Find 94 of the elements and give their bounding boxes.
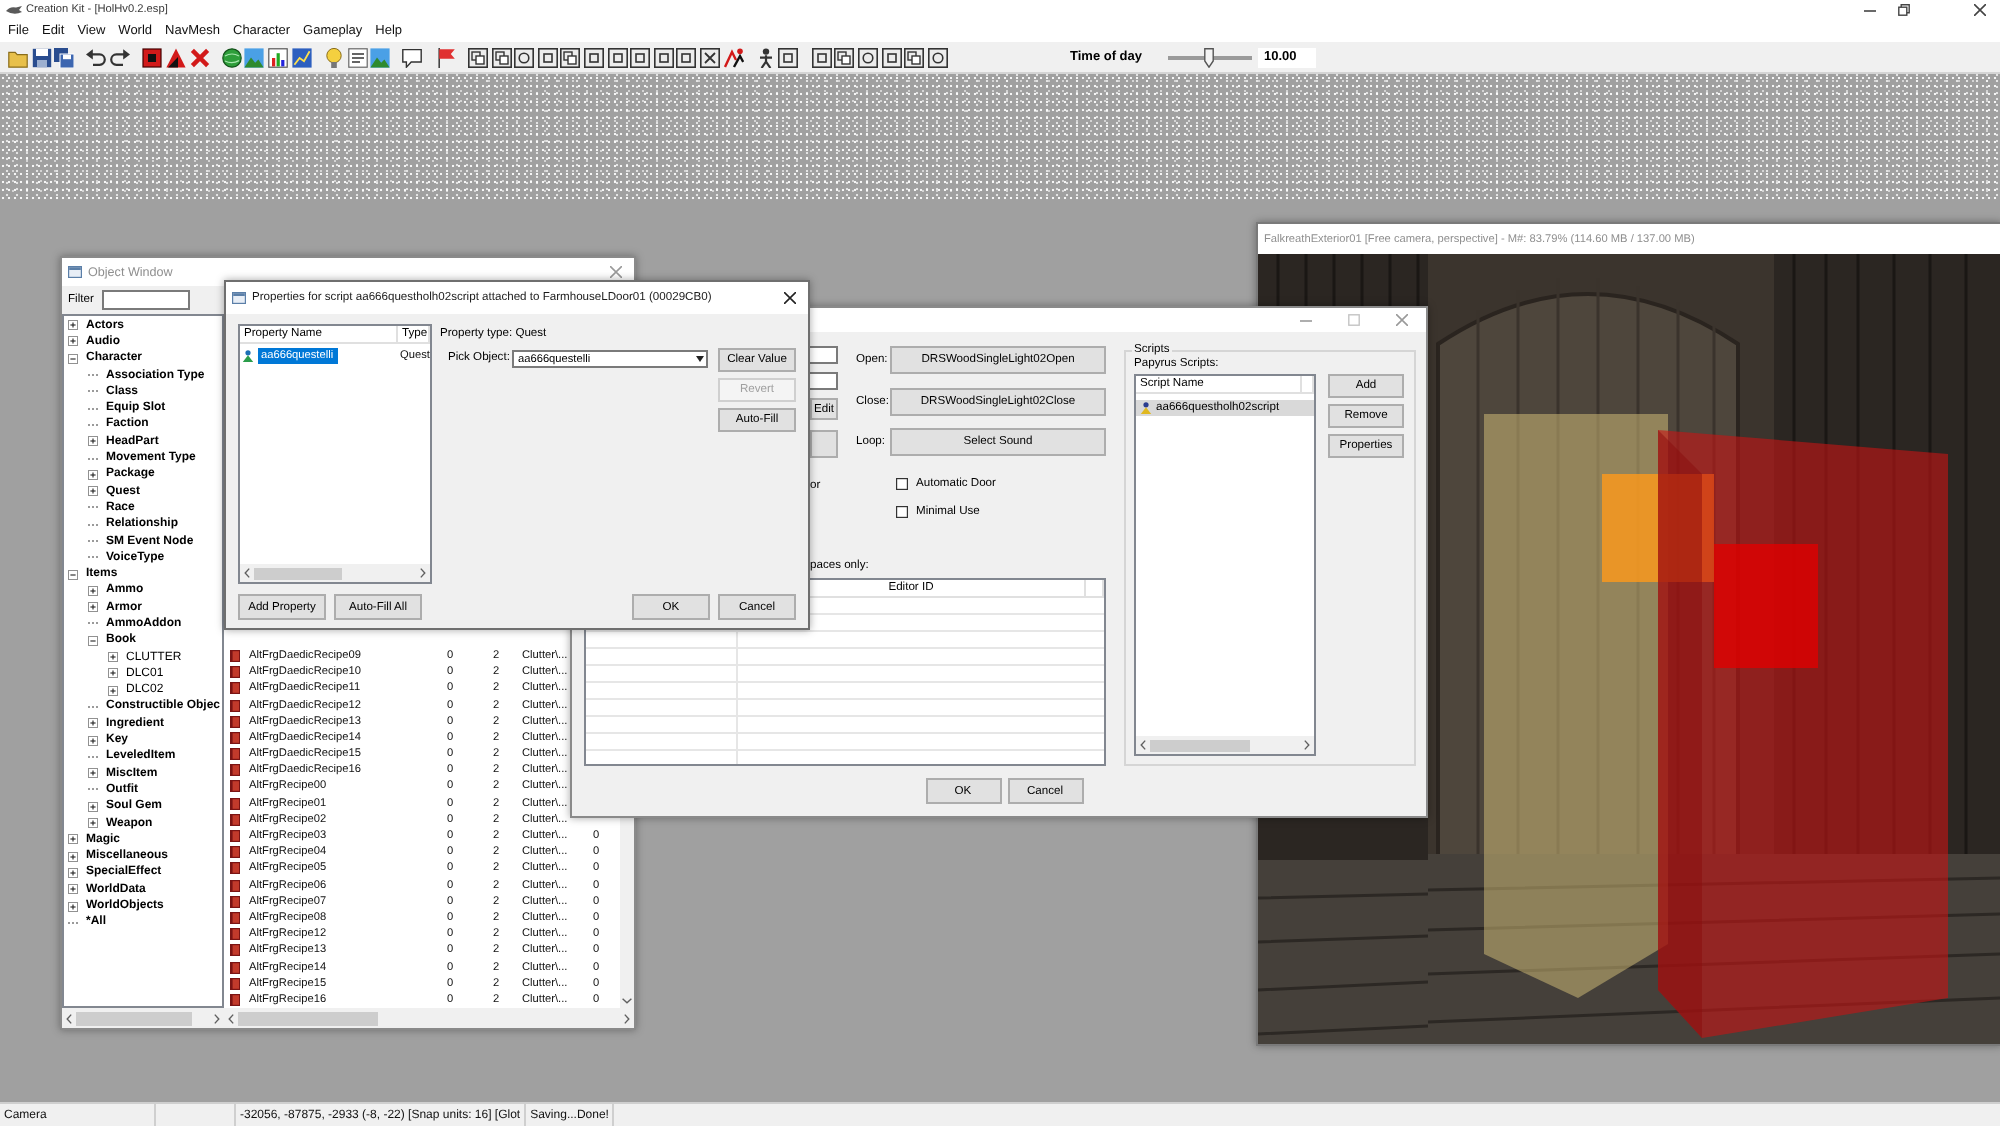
square-tile-icon[interactable] [630, 47, 651, 67]
expand-icon[interactable] [68, 884, 78, 895]
filter-field[interactable] [101, 290, 190, 310]
scroll-right-icon[interactable] [214, 1013, 220, 1023]
undo-icon[interactable] [86, 47, 107, 67]
scroll-left-icon[interactable] [228, 1013, 234, 1023]
globe-icon[interactable] [221, 47, 242, 67]
square-tile-icon[interactable] [607, 47, 628, 67]
expand-icon[interactable] [68, 901, 78, 912]
expand-icon[interactable] [88, 469, 98, 480]
save-all-icon[interactable] [54, 47, 75, 67]
logo-icon [6, 5, 22, 15]
checkbox[interactable] [896, 506, 908, 518]
horizontal-scrollbar[interactable] [62, 1008, 224, 1028]
circle-tile-icon[interactable] [857, 47, 878, 67]
scroll-left-icon[interactable] [1140, 740, 1146, 750]
expand-icon[interactable] [68, 834, 78, 845]
circle-tile-icon[interactable] [927, 47, 948, 67]
scroll-right-icon[interactable] [624, 1013, 630, 1023]
collapse-icon[interactable] [68, 569, 78, 580]
text-field[interactable] [810, 346, 838, 364]
window-icon [68, 266, 82, 278]
figure-icon[interactable] [755, 47, 776, 67]
scrollbar-thumb[interactable] [76, 1011, 192, 1025]
expand-icon[interactable] [88, 735, 98, 746]
square-tile-icon[interactable] [653, 47, 674, 67]
expand-icon[interactable] [108, 668, 118, 679]
line-chart-icon[interactable] [291, 47, 312, 67]
save-icon[interactable] [31, 47, 52, 67]
horizontal-scrollbar[interactable] [224, 1008, 634, 1028]
expand-icon[interactable] [88, 801, 98, 812]
double-square-icon[interactable] [560, 47, 581, 67]
square-tile-icon[interactable] [583, 47, 604, 67]
minimize-icon[interactable] [1864, 9, 1876, 11]
cross-icon[interactable] [189, 47, 210, 67]
expand-icon[interactable] [68, 867, 78, 878]
double-square-icon[interactable] [468, 47, 489, 67]
double-square-icon[interactable] [491, 47, 512, 67]
expand-icon[interactable] [88, 818, 98, 829]
square-tile-icon[interactable] [676, 47, 697, 67]
expand-icon[interactable] [68, 320, 78, 331]
collapse-icon[interactable] [68, 353, 78, 364]
expand-icon[interactable] [108, 652, 118, 663]
scrollbar-thumb[interactable] [238, 1011, 378, 1025]
scroll-right-icon[interactable] [420, 568, 426, 578]
triangle-icon[interactable] [165, 47, 186, 67]
window-icon [232, 292, 246, 304]
slider-thumb[interactable] [1203, 47, 1214, 67]
double-square-icon[interactable] [834, 47, 855, 67]
expand-icon[interactable] [68, 336, 78, 347]
zigzag-icon[interactable] [723, 47, 744, 67]
expand-icon[interactable] [108, 685, 118, 696]
light-bulb-icon[interactable] [323, 47, 344, 67]
expand-icon[interactable] [88, 585, 98, 596]
landscape-icon[interactable] [244, 47, 265, 67]
bar-chart-icon[interactable] [268, 47, 289, 67]
square-icon[interactable] [142, 47, 163, 67]
square-tile-icon[interactable] [537, 47, 558, 67]
figure-icon [242, 349, 254, 361]
expand-icon[interactable] [88, 436, 98, 447]
double-square-icon[interactable] [904, 47, 925, 67]
redo-icon[interactable] [110, 47, 131, 67]
checkbox[interactable] [896, 478, 908, 490]
scroll-right-icon[interactable] [1304, 740, 1310, 750]
scrollbar-thumb[interactable] [254, 567, 342, 579]
flag-icon[interactable] [435, 47, 456, 67]
horizontal-scrollbar[interactable] [1136, 736, 1314, 754]
landscape-icon[interactable] [370, 47, 391, 67]
expand-icon[interactable] [88, 486, 98, 497]
expand-icon[interactable] [68, 851, 78, 862]
cross-tile-icon[interactable] [699, 47, 720, 67]
square-tile-icon[interactable] [811, 47, 832, 67]
text-field[interactable] [810, 372, 838, 390]
horizontal-scrollbar[interactable] [240, 564, 430, 582]
expand-icon[interactable] [88, 602, 98, 613]
scroll-down-icon[interactable] [622, 998, 632, 1004]
restore-icon[interactable] [1898, 4, 1910, 16]
close-icon[interactable] [784, 292, 796, 304]
circle-tile-icon[interactable] [514, 47, 535, 67]
scrollbar-thumb[interactable] [1150, 739, 1250, 751]
scroll-left-icon[interactable] [66, 1013, 72, 1023]
speech-bubble-icon[interactable] [402, 47, 423, 67]
expand-icon[interactable] [88, 768, 98, 779]
text-lines-icon[interactable] [347, 47, 368, 67]
folder-icon[interactable] [8, 47, 28, 67]
collapse-icon[interactable] [88, 635, 98, 646]
dropdown-arrow-icon[interactable] [695, 356, 703, 362]
square-tile-icon[interactable] [778, 47, 799, 67]
close-icon[interactable] [1974, 4, 1986, 16]
square-tile-icon[interactable] [881, 47, 902, 67]
scroll-left-icon[interactable] [244, 568, 250, 578]
expand-icon[interactable] [88, 718, 98, 729]
slider-track[interactable] [1168, 47, 1252, 67]
figure-icon [1140, 402, 1152, 414]
